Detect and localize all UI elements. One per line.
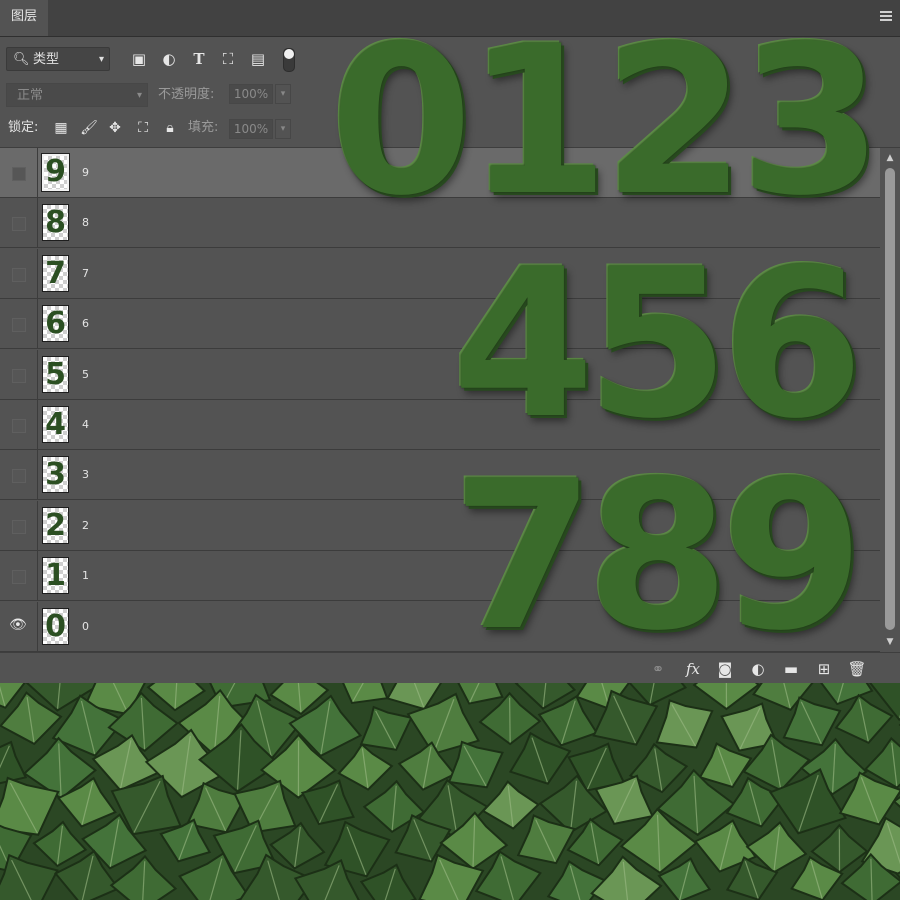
layer-visibility-toggle[interactable]: 👁︎ bbox=[0, 601, 38, 651]
layer-thumbnail[interactable]: 3 bbox=[42, 456, 69, 494]
search-icon: 🔍︎ bbox=[13, 52, 30, 67]
layer-name[interactable]: 8 bbox=[82, 198, 89, 247]
scrollbar-thumb[interactable] bbox=[885, 168, 895, 630]
lock-position-icon[interactable]: ✥ bbox=[106, 119, 124, 137]
scroll-down-icon[interactable]: ▼ bbox=[884, 636, 896, 648]
visibility-empty-box bbox=[12, 419, 26, 433]
blend-mode-select[interactable]: 正常 ▾ bbox=[6, 83, 148, 107]
layer-name[interactable]: 0 bbox=[82, 602, 89, 651]
layer-name[interactable]: 5 bbox=[82, 350, 89, 399]
ivy-leaves-image bbox=[0, 683, 900, 900]
layer-thumbnail[interactable]: 2 bbox=[42, 506, 69, 544]
lock-paint-icon[interactable]: 🖌︎ bbox=[80, 119, 98, 137]
fill-label: 填充: bbox=[188, 120, 219, 135]
adjustment-filter-icon[interactable]: ◐ bbox=[160, 50, 178, 68]
visibility-empty-box bbox=[12, 368, 26, 383]
grass-digits-row-3: 789 bbox=[452, 438, 864, 676]
layer-name[interactable]: 2 bbox=[82, 501, 89, 550]
eye-icon: 👁︎ bbox=[9, 616, 27, 633]
visibility-empty-box bbox=[12, 267, 26, 282]
chevron-down-icon: ▾ bbox=[98, 54, 104, 65]
image-filter-icon[interactable]: ▣ bbox=[130, 50, 148, 68]
fill-field[interactable]: 100% bbox=[229, 119, 273, 139]
layer-thumbnail[interactable]: 0 bbox=[42, 607, 69, 645]
layer-list-scrollbar[interactable]: ▲ ▼ bbox=[880, 148, 900, 652]
layer-visibility-toggle[interactable] bbox=[0, 299, 38, 349]
visibility-empty-box bbox=[12, 519, 26, 534]
visibility-empty-box bbox=[12, 570, 26, 585]
opacity-chevron-icon[interactable]: ▾ bbox=[275, 84, 291, 104]
type-filter-icon[interactable]: T bbox=[190, 50, 208, 68]
filter-toggle[interactable] bbox=[283, 48, 295, 72]
layer-visibility-toggle[interactable] bbox=[0, 349, 38, 399]
grass-digits-row-1: 0123 bbox=[330, 3, 883, 241]
visibility-empty-box bbox=[12, 217, 26, 232]
lock-all-icon[interactable]: 🔒︎ bbox=[161, 119, 179, 137]
layer-thumbnail[interactable]: 7 bbox=[42, 254, 69, 292]
layer-visibility-toggle[interactable] bbox=[0, 248, 38, 298]
layer-name[interactable]: 6 bbox=[82, 299, 89, 348]
layer-visibility-toggle[interactable] bbox=[0, 198, 38, 248]
filter-kind-label: 类型 bbox=[33, 52, 60, 67]
grass-digits-row-2: 456 bbox=[452, 226, 864, 464]
fill-chevron-icon[interactable]: ▾ bbox=[275, 119, 291, 139]
panel-menu-icon[interactable] bbox=[880, 11, 892, 23]
layer-visibility-toggle[interactable] bbox=[0, 148, 38, 197]
lock-transparent-icon[interactable]: ▦ bbox=[52, 119, 70, 137]
layer-name[interactable]: 3 bbox=[82, 450, 89, 499]
shape-filter-icon[interactable]: ⛶ bbox=[219, 50, 237, 68]
layer-name[interactable]: 1 bbox=[82, 551, 89, 600]
opacity-label: 不透明度: bbox=[158, 87, 215, 102]
layer-thumbnail[interactable]: 4 bbox=[42, 406, 69, 443]
layer-name[interactable]: 7 bbox=[82, 249, 89, 298]
smart-object-filter-icon[interactable]: ▤ bbox=[249, 50, 267, 68]
layer-thumbnail[interactable]: 9 bbox=[41, 153, 70, 192]
ivy-leaf-vein bbox=[509, 697, 511, 743]
layer-thumbnail[interactable]: 1 bbox=[42, 557, 69, 595]
ivy-leaf-texture bbox=[0, 683, 900, 900]
visibility-empty-box bbox=[12, 318, 26, 333]
visibility-empty-box bbox=[12, 469, 26, 484]
layer-thumbnail[interactable]: 6 bbox=[42, 305, 69, 343]
lock-artboard-icon[interactable]: ⛶ bbox=[134, 119, 152, 137]
scroll-up-icon[interactable]: ▲ bbox=[884, 152, 896, 164]
opacity-field[interactable]: 100% bbox=[229, 84, 273, 104]
layer-thumbnail[interactable]: 8 bbox=[42, 204, 69, 242]
filter-kind-select[interactable]: 🔍︎ 类型 ▾ bbox=[6, 47, 110, 71]
layer-visibility-toggle[interactable] bbox=[0, 500, 38, 550]
layer-visibility-toggle[interactable] bbox=[0, 450, 38, 500]
tab-layers[interactable]: 图层 bbox=[0, 0, 48, 36]
layer-visibility-toggle[interactable] bbox=[0, 400, 38, 449]
chevron-down-icon: ▾ bbox=[136, 90, 142, 101]
layer-name[interactable]: 9 bbox=[82, 148, 89, 197]
lock-label: 锁定: bbox=[8, 120, 39, 135]
visibility-empty-box bbox=[12, 167, 26, 181]
layer-name[interactable]: 4 bbox=[82, 400, 89, 449]
layer-visibility-toggle[interactable] bbox=[0, 551, 38, 601]
blend-mode-value: 正常 bbox=[17, 88, 44, 103]
layers-panel: 图层 🔍︎ 类型 ▾ ▣ ◐ T ⛶ ▤ 正常 ▾ 不透明度: 100% ▾ 锁… bbox=[0, 0, 900, 684]
layer-thumbnail[interactable]: 5 bbox=[42, 355, 69, 393]
